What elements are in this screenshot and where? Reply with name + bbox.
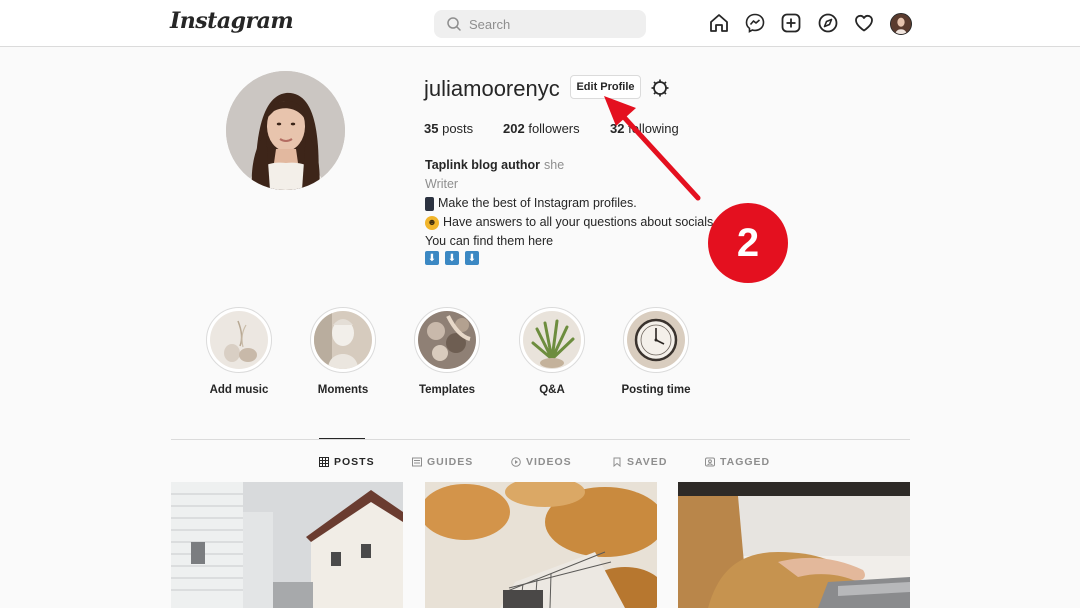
- post-image: [425, 482, 657, 608]
- post-thumbnail[interactable]: [171, 482, 403, 608]
- home-icon[interactable]: [708, 12, 730, 34]
- tab-label: SAVED: [627, 456, 668, 468]
- highlight-cover: [523, 311, 581, 369]
- settings-gear-icon[interactable]: [650, 78, 670, 98]
- new-post-icon[interactable]: [780, 12, 802, 34]
- activity-heart-icon[interactable]: [853, 12, 875, 34]
- highlight-posting-time[interactable]: Posting time: [621, 307, 691, 396]
- profile-username: juliamoorenyc: [424, 76, 560, 101]
- posts-stat: 35 posts: [424, 121, 473, 136]
- profile-bio: Taplink blog author she Writer Make the …: [425, 156, 717, 265]
- search-placeholder: Search: [469, 17, 511, 32]
- posts-count: 35: [424, 121, 439, 136]
- post-thumbnail[interactable]: [425, 482, 657, 608]
- bio-line-1: Make the best of Instagram profiles.: [438, 196, 637, 210]
- followers-label: followers: [528, 121, 580, 136]
- tabs-divider: [171, 439, 910, 440]
- instagram-logo[interactable]: Instagram: [170, 8, 294, 34]
- tab-label: TAGGED: [720, 456, 771, 468]
- highlight-templates[interactable]: Templates: [412, 307, 482, 396]
- active-tab-indicator: [319, 438, 365, 439]
- highlight-label: Posting time: [621, 384, 691, 396]
- bio-pronouns: she: [544, 158, 565, 172]
- post-image: [171, 482, 403, 608]
- step-number-badge: 2: [708, 203, 788, 283]
- tagged-icon: [705, 457, 715, 467]
- tab-saved[interactable]: SAVED: [612, 456, 667, 468]
- tab-label: POSTS: [334, 456, 375, 468]
- tab-tagged[interactable]: TAGGED: [705, 456, 770, 468]
- highlight-moments[interactable]: Moments: [308, 307, 378, 396]
- bio-line-2: Have answers to all your questions about…: [443, 215, 717, 229]
- highlight-cover: [418, 311, 476, 369]
- post-thumbnail[interactable]: [678, 482, 910, 608]
- bio-line-3: You can find them here: [425, 234, 554, 248]
- tab-label: GUIDES: [427, 456, 474, 468]
- search-input[interactable]: Search: [434, 10, 646, 38]
- posts-label: posts: [442, 121, 474, 136]
- grid-icon: [319, 457, 329, 467]
- highlight-add-music[interactable]: Add music: [204, 307, 274, 396]
- post-image: [678, 482, 910, 608]
- bookmark-icon: [613, 457, 621, 467]
- tab-label: VIDEOS: [526, 456, 572, 468]
- search-icon: [447, 17, 461, 31]
- bio-name: Taplink blog author: [425, 158, 541, 172]
- tab-guides[interactable]: GUIDES: [412, 456, 473, 468]
- down-arrow-icon: ⬇: [425, 251, 439, 265]
- top-navigation-bar: Instagram Search: [0, 0, 1080, 47]
- profile-avatar[interactable]: [890, 13, 912, 35]
- following-stat[interactable]: 32 following: [610, 121, 679, 136]
- messenger-icon[interactable]: [744, 12, 766, 34]
- following-count: 32: [610, 121, 625, 136]
- highlight-label: Add music: [209, 384, 269, 396]
- play-icon: [511, 457, 521, 467]
- bio-category: Writer: [425, 177, 459, 191]
- tab-posts[interactable]: POSTS: [319, 456, 375, 468]
- tab-videos[interactable]: VIDEOS: [511, 456, 572, 468]
- highlight-label: Templates: [418, 384, 476, 396]
- following-label: following: [628, 121, 679, 136]
- mobile-phone-icon: [425, 196, 434, 211]
- highlight-label: Moments: [317, 384, 369, 396]
- profile-photo[interactable]: [226, 71, 345, 190]
- highlight-cover: [314, 311, 372, 369]
- highlight-cover: [210, 311, 268, 369]
- edit-profile-button[interactable]: Edit Profile: [570, 75, 641, 99]
- followers-count: 202: [503, 121, 525, 136]
- down-arrow-icon: ⬇: [465, 251, 479, 265]
- guides-icon: [412, 457, 422, 467]
- nerd-face-icon: ☻: [425, 215, 439, 230]
- down-arrow-icon: ⬇: [445, 251, 459, 265]
- highlight-cover: [627, 311, 685, 369]
- explore-icon[interactable]: [817, 12, 839, 34]
- highlight-label: Q&A: [539, 384, 565, 396]
- followers-stat[interactable]: 202 followers: [503, 121, 580, 136]
- highlight-qa[interactable]: Q&A: [517, 307, 587, 396]
